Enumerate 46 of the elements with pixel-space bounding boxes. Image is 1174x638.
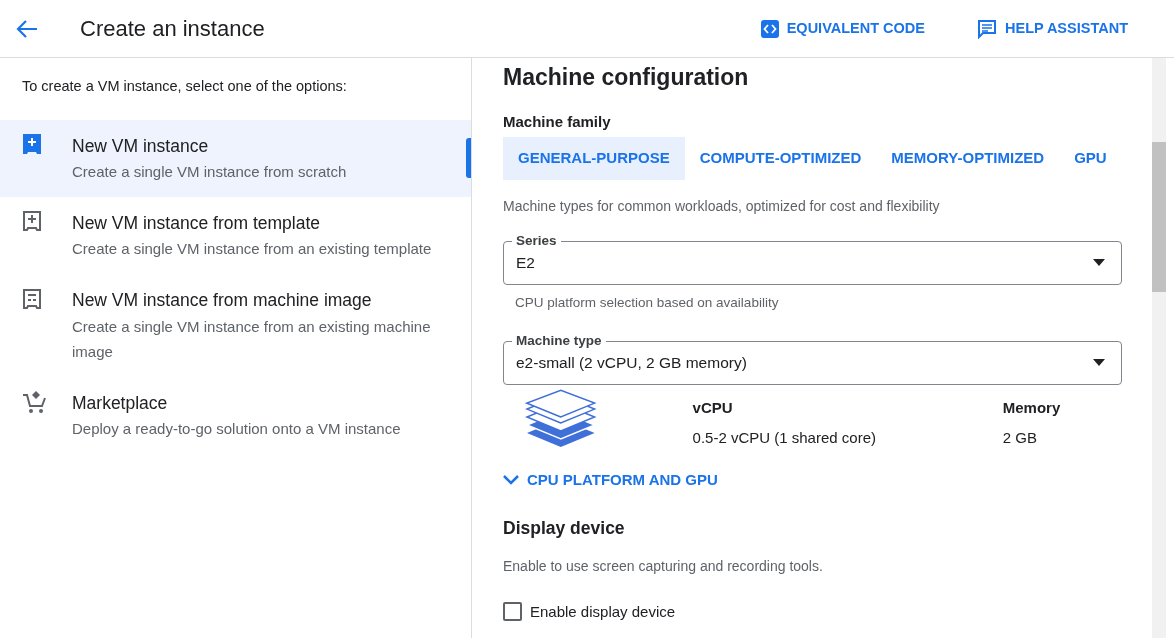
code-icon [760, 19, 779, 38]
option-item[interactable]: New VM instance from machine image Create a single VM instance from an existing machine image [0, 274, 471, 377]
machine-family-tab[interactable]: COMPUTE-OPTIMIZED [684, 137, 877, 180]
option-title: New VM instance from template [72, 212, 321, 235]
option-description: Deploy a ready-to-go solution onto a VM instance [72, 418, 401, 439]
option-description: Create a single VM instance from an existing template [72, 239, 432, 260]
checkbox-label[interactable]: Enable display device [530, 600, 676, 623]
plus-icon [22, 210, 42, 233]
option-item[interactable]: New VM instance from template Create a single VM instance from an existing template [0, 197, 471, 275]
description-text: Machine types for common workloads, optimized for cost and flexibility [503, 196, 941, 216]
section-heading: Machine configuration [503, 63, 750, 92]
option-title: New VM instance [72, 134, 210, 158]
chat-icon [977, 18, 997, 39]
spec-label: vCPU [692, 397, 734, 418]
option-description: Create a single VM instance from scratch [72, 162, 347, 182]
header-action-button[interactable]: HELP ASSISTANT [971, 16, 1134, 41]
plus-icon [22, 133, 42, 156]
machine-family-tab[interactable]: GPU [1059, 137, 1122, 180]
field-value: e2-small (2 vCPU, 2 GB memory) [516, 353, 747, 374]
section-heading: Display device [503, 517, 626, 541]
option-item[interactable]: New VM instance Create a single VM instance from scratch [0, 119, 471, 197]
machine-family-tab[interactable]: MEMORY-OPTIMIZED [876, 137, 1060, 180]
machine-family-tab[interactable]: GENERAL-PURPOSE [503, 137, 685, 180]
instructions-text: To create a VM instance, select one of the options: [21, 77, 348, 96]
hint-text: CPU platform selection based on availability [514, 293, 780, 312]
spec-value: 0.5-2 vCPU (1 shared core) [692, 428, 877, 449]
description-text: Enable to use screen capturing and recording tools. [503, 556, 824, 576]
checkbox[interactable] [503, 602, 522, 622]
page-title: Create an instance [80, 15, 265, 43]
expander-button[interactable]: CPU PLATFORM AND GPU [503, 468, 718, 492]
spec-label: Memory [1002, 397, 1062, 418]
option-title: Marketplace [72, 391, 169, 415]
dropdown-caret-icon [1093, 359, 1105, 367]
header-action-button[interactable]: EQUIVALENT CODE [754, 16, 931, 41]
option-item[interactable]: Marketplace Deploy a ready-to-go solution onto a VM instance [0, 376, 471, 454]
field-value: E2 [516, 252, 535, 273]
server-icon [22, 287, 42, 310]
option-description: Create a single VM instance from an existing machine image [72, 316, 432, 362]
option-title: New VM instance from machine image [72, 289, 373, 313]
spec-value: 2 GB [1002, 428, 1038, 449]
chevron-down-icon [503, 475, 519, 485]
dropdown-caret-icon [1093, 259, 1105, 266]
cart-icon [22, 389, 48, 416]
back-arrow-icon[interactable] [16, 18, 38, 39]
field-label: Machine family [503, 111, 612, 132]
scrollbar[interactable] [1152, 58, 1166, 638]
